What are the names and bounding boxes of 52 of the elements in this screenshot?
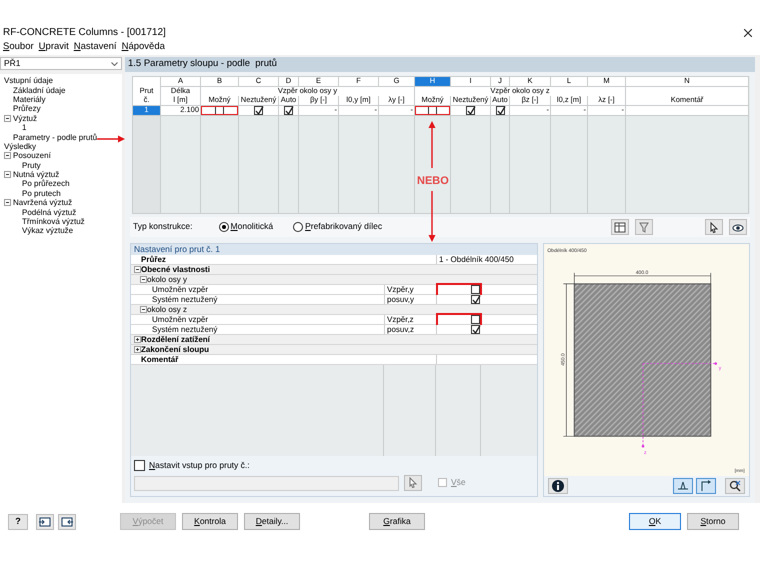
group-label: okolo osy z xyxy=(147,305,188,314)
button[interactable]: Storno xyxy=(687,513,739,530)
panel-title: 1.5 Parametry sloupu - podle prutů xyxy=(125,57,755,72)
button[interactable]: Grafika xyxy=(369,513,425,530)
tree-item[interactable]: Podélná výztuž xyxy=(22,208,76,217)
tree-item[interactable]: Pruty xyxy=(22,160,41,170)
button[interactable]: Kontrola xyxy=(182,513,238,530)
property-symbol: Vzpěr,y xyxy=(387,285,414,294)
tree-item[interactable]: Průřezy xyxy=(13,104,41,114)
property-label: Systém neztužený xyxy=(152,295,218,304)
tree-item[interactable]: Výsledky xyxy=(4,142,36,151)
checkbox[interactable]: Nastavit vstup pro pruty č.: xyxy=(134,460,534,471)
property-value: 1 - Obdélník 400/450 xyxy=(439,255,514,264)
tree-item[interactable]: Po prutech xyxy=(22,188,61,198)
help-button[interactable]: ? xyxy=(8,514,28,530)
menu-item[interactable]: Soubor xyxy=(3,42,34,53)
tree-item[interactable]: Základní údaje xyxy=(13,86,66,95)
radio-option[interactable]: Monolitická xyxy=(218,222,274,232)
tree-item[interactable]: Nutná výztuž xyxy=(13,170,60,180)
group-label: okolo osy y xyxy=(147,275,188,284)
tree-item[interactable]: Výztuž xyxy=(13,114,38,123)
property-label: Průřez xyxy=(141,255,166,264)
tree-item[interactable]: Po průřezech xyxy=(22,179,70,188)
property-symbol: posuv,y xyxy=(387,295,414,304)
property-symbol: posuv,z xyxy=(387,325,414,334)
group-label: Rozdělení zatížení xyxy=(141,335,210,344)
menu-item[interactable]: Nastavení xyxy=(74,42,117,53)
group-label: Zakončení sloupu xyxy=(141,345,210,354)
window-title: RF-CONCRETE Columns - [001712] xyxy=(3,26,166,38)
property-label: Umožněn vzpěr xyxy=(152,315,208,324)
tree-item[interactable]: Výkaz výztuže xyxy=(22,226,74,236)
menu-item[interactable]: Nápověda xyxy=(122,42,165,53)
button[interactable]: OK xyxy=(629,513,681,530)
menu-item[interactable]: Upravit xyxy=(38,42,69,53)
button[interactable]: Detaily... xyxy=(244,513,300,530)
group-label: Obecné vlastnosti xyxy=(141,265,210,274)
radio-option[interactable]: Prefabrikovaný dílec xyxy=(293,222,382,232)
property-label: Komentář xyxy=(141,355,178,364)
tree-item[interactable]: Materiály xyxy=(13,94,46,104)
annotation-label: NEBO xyxy=(417,175,449,188)
tree-item[interactable]: Třmínková výztuž xyxy=(22,217,85,226)
property-label: Umožněn vzpěr xyxy=(152,285,208,294)
tree-item[interactable]: Navržená výztuž xyxy=(13,198,72,208)
tree-item[interactable]: Posouzení xyxy=(13,151,51,160)
field-label: Typ konstrukce: xyxy=(133,222,193,232)
property-symbol: Vzpěr,z xyxy=(387,315,414,324)
tree-item[interactable]: Vstupní údaje xyxy=(4,76,53,86)
tree-item[interactable]: Parametry - podle prutů xyxy=(13,132,98,142)
property-label: Systém neztužený xyxy=(152,325,218,334)
section-title: Nastavení pro prut č. 1 xyxy=(131,244,537,255)
tree-item[interactable]: 1 xyxy=(22,123,26,132)
case-dropdown[interactable]: PŘ1 xyxy=(0,57,122,70)
